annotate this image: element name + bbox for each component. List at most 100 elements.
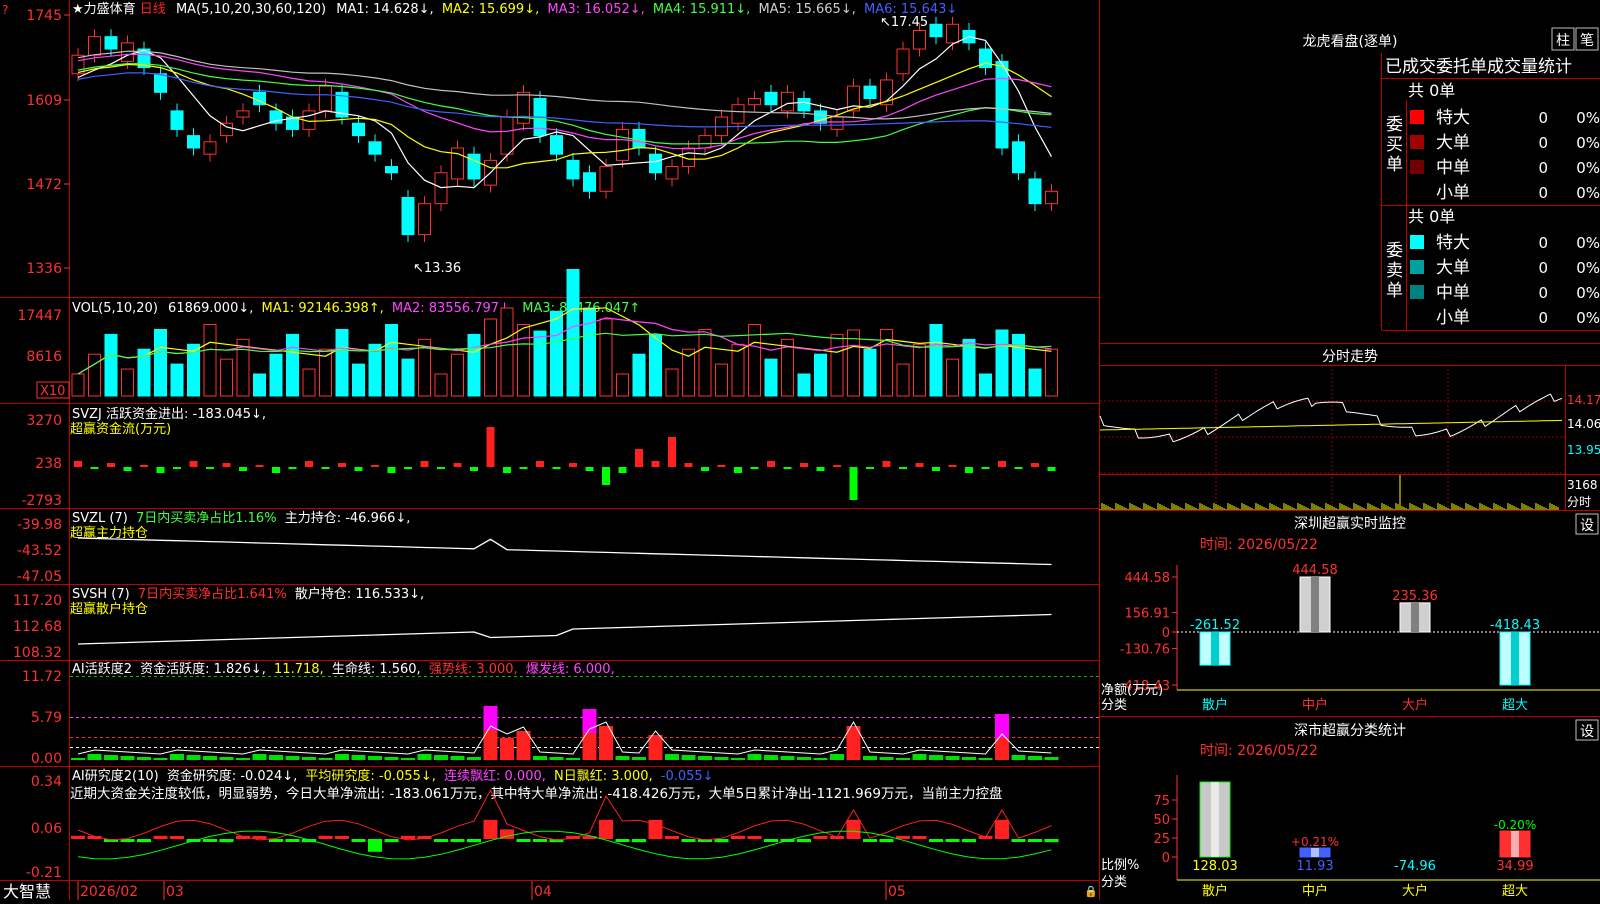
sz-stats-bar-inner bbox=[1211, 782, 1219, 857]
fund-flow-bar bbox=[1047, 467, 1056, 471]
research-bar bbox=[945, 839, 960, 842]
research-bar bbox=[335, 836, 349, 839]
fund-flow-bar bbox=[305, 461, 313, 467]
research-bar bbox=[1028, 839, 1042, 842]
research-bar bbox=[516, 839, 531, 842]
activity-bar bbox=[830, 754, 844, 760]
candle-body bbox=[88, 36, 101, 56]
activity-bar bbox=[368, 756, 382, 760]
ai-active-axis-label: 5.79 bbox=[31, 710, 62, 726]
buy-row-label: 中单 bbox=[1436, 158, 1470, 178]
buy-row-pct: 0% bbox=[1576, 109, 1600, 127]
volume-bar bbox=[929, 324, 943, 397]
activity-bar bbox=[813, 758, 828, 760]
sz-stats-time: 时间: 2026/05/22 bbox=[1200, 743, 1318, 759]
research-bar bbox=[450, 839, 465, 842]
sz-monitor-cat: 分类 bbox=[1101, 698, 1127, 713]
vertical-label-char: 委 bbox=[1386, 241, 1403, 261]
fund-flow-bar bbox=[173, 467, 181, 469]
research-bar bbox=[879, 839, 894, 843]
sz-monitor-bar-label: -418.43 bbox=[1490, 618, 1540, 633]
date-axis-label: 04 bbox=[534, 884, 552, 900]
fund-flow-bar bbox=[866, 467, 874, 469]
activity-bar bbox=[516, 731, 531, 760]
activity-bar bbox=[417, 754, 432, 760]
low-price-label: ↖13.36 bbox=[413, 261, 461, 276]
help-icon[interactable]: ? bbox=[2, 3, 8, 17]
activity-bar bbox=[1044, 757, 1059, 760]
fund-flow-bar bbox=[552, 467, 561, 469]
period-label[interactable]: 日线 bbox=[140, 2, 166, 17]
activity-bar bbox=[681, 755, 696, 760]
sz-monitor-axis-label: 0 bbox=[1162, 626, 1170, 641]
intraday-avg-line bbox=[1099, 419, 1563, 431]
candle-body bbox=[368, 141, 382, 155]
buy-row-pct: 0% bbox=[1576, 134, 1600, 152]
candle-body bbox=[946, 23, 959, 44]
svzj-subtitle: 超赢资金流(万元) bbox=[70, 421, 171, 437]
volume-bar bbox=[220, 358, 233, 397]
sz-stats-axis-label: 75 bbox=[1153, 794, 1170, 809]
research-bars bbox=[71, 819, 1059, 852]
svsh-title: SVSH (7) bbox=[72, 587, 130, 602]
candle-body bbox=[929, 23, 943, 38]
sell-row-value: 0 bbox=[1538, 309, 1548, 327]
sz-stats-axis-label: 0 bbox=[1162, 851, 1170, 866]
fund-flow-bar bbox=[519, 467, 528, 469]
ai-research-e: -0.055↓ bbox=[661, 769, 714, 784]
fund-flow-bar bbox=[74, 461, 82, 467]
activity-bar bbox=[170, 754, 184, 760]
volume-bar bbox=[352, 363, 365, 397]
candle-body bbox=[649, 153, 662, 174]
candlestick-series bbox=[71, 16, 1058, 243]
ai-research-header: AI研究度2(10) 资金研究度: -0.024↓, 平均研究度: -0.055… bbox=[72, 768, 714, 784]
candle-body bbox=[731, 104, 745, 124]
research-bar bbox=[599, 819, 613, 839]
sz-stats-bar-inner bbox=[1311, 848, 1319, 857]
fund-flow-bar bbox=[255, 465, 264, 467]
candle-body bbox=[104, 36, 118, 50]
candle-body bbox=[616, 128, 629, 161]
volume-bar bbox=[335, 328, 349, 397]
svzl-axis-label: -39.98 bbox=[17, 517, 62, 533]
fund-flow-bar bbox=[321, 467, 330, 469]
activity-bar bbox=[186, 755, 201, 760]
activity-bar bbox=[797, 757, 811, 760]
activity-bar bbox=[450, 756, 465, 760]
sz-stats-title: 深市超赢分类统计 bbox=[1294, 722, 1406, 739]
sz-stats-bar-inner bbox=[1511, 831, 1519, 857]
main-holding-line bbox=[77, 537, 1052, 566]
volume-bar bbox=[269, 353, 283, 397]
price-axis-label: 1336 bbox=[26, 261, 62, 277]
ai-active-title: AI活跃度2 bbox=[72, 661, 132, 677]
fund-flow-bar bbox=[239, 467, 247, 471]
volume-bar bbox=[632, 353, 646, 397]
sell-total: 共 0单 bbox=[1408, 207, 1455, 226]
fund-flow-bar bbox=[123, 467, 132, 471]
volume-bar bbox=[649, 333, 662, 397]
vol-value: 61869.000↓, bbox=[168, 301, 253, 316]
candle-body bbox=[550, 135, 563, 155]
fund-flow-bar bbox=[833, 465, 841, 467]
research-bar bbox=[912, 836, 927, 839]
volume-bar bbox=[962, 338, 976, 397]
svzl-axis-label: -43.52 bbox=[17, 543, 62, 559]
sz-monitor-bar-inner bbox=[1411, 602, 1419, 632]
buy-color-swatch bbox=[1410, 135, 1424, 149]
date-axis-label: 03 bbox=[166, 884, 184, 900]
activity-bar bbox=[120, 756, 135, 760]
candle-body bbox=[170, 110, 184, 130]
svzl-header: SVZL (7) 7日内买卖净占比1.16% 主力持仓: -46.966↓, bbox=[72, 510, 410, 526]
activity-bar bbox=[995, 738, 1009, 760]
candle-body bbox=[517, 91, 530, 124]
fund-flow-bar bbox=[932, 467, 940, 471]
fund-flow-bar bbox=[140, 465, 148, 467]
sz-stats-ratio: 比例% bbox=[1101, 858, 1139, 873]
activity-bar bbox=[698, 756, 712, 760]
research-bar bbox=[170, 836, 184, 839]
activity-bar bbox=[912, 754, 927, 760]
candle-body bbox=[748, 98, 761, 106]
lock-icon[interactable]: 🔒 bbox=[1084, 885, 1098, 898]
svsh-subtitle: 超赢散户持仓 bbox=[70, 601, 148, 617]
stock-chart-canvas[interactable]: 1745 1609 1472 1336 ? ★力盛体育 日线 MA(5,10,2… bbox=[0, 0, 1600, 901]
